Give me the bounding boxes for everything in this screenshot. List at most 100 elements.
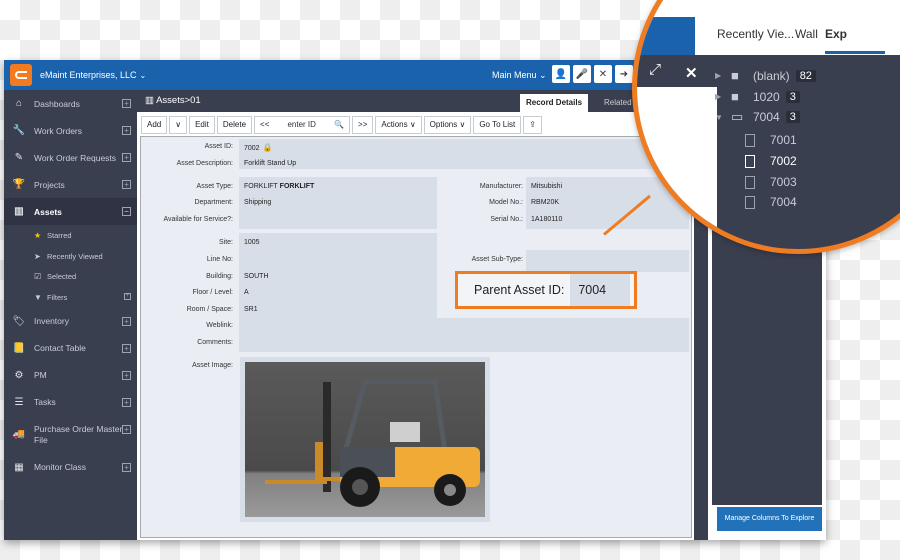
arrow-icon: ➤ [34,251,41,261]
id-search-input[interactable]: << enter ID 🔍 [254,116,351,134]
add-dropdown-button[interactable]: ∨ [169,116,188,134]
explore-tabs: Recently Vie... Wall Exp [717,0,900,55]
sidebar-item-work-order-requests[interactable]: ✎ Work Order Requests + [4,144,137,171]
barcode-icon: ▥ [145,95,157,106]
star-icon: ★ [34,230,42,240]
file-icon [745,154,755,168]
expand-plus-icon[interactable]: + [122,316,131,326]
expand-plus-icon[interactable]: + [122,370,131,380]
content-header: ▥ Assets>01 Record Details Related T [137,90,694,112]
sidebar-item-pm[interactable]: ⚙ PM + [4,362,137,389]
tree-folder-1020[interactable]: ▶ ■ 1020 3 [715,89,800,104]
search-icon[interactable]: 🔍 [334,117,344,133]
site-value: 1005 [244,239,260,246]
sidebar-item-contact-table[interactable]: 📒 Contact Table + [4,335,137,362]
serial-value: 1A180110 [531,216,563,223]
expand-plus-icon[interactable]: + [122,99,131,108]
expand-plus-icon[interactable]: + [122,126,131,135]
share-icon[interactable]: ⇪ [523,116,542,134]
record-form: Asset ID: 7002 🔒 Asset Description: Forkl… [140,136,692,538]
tree-file-7003[interactable]: 7003 [745,175,797,189]
parent-asset-callout: Parent Asset ID: 7004 [455,271,637,309]
wrench-icon: 🔧 [12,125,26,136]
file-icon [745,175,755,189]
emaint-logo[interactable] [10,64,32,86]
expand-icon[interactable]: ⤢ [649,61,661,78]
gears-icon: ⚙ [14,369,24,381]
collapse-triangle-icon[interactable]: ▼ [715,113,731,122]
sidebar-item-projects[interactable]: 🏆 Projects + [4,171,137,198]
toolbar: Add ∨ Edit Delete << enter ID 🔍 >> Actions… [141,116,542,134]
expand-plus-icon[interactable]: + [122,180,131,189]
sidebar-item-inventory[interactable]: 🏷 Inventory + [4,308,137,335]
sidebar-sub-recently-viewed[interactable]: ➤ Recently Viewed [4,246,137,267]
sidebar-item-purchase-order[interactable]: 🚚 Purchase Order Master File + [4,416,137,454]
sidebar-item-tasks[interactable]: ☰ Tasks + [4,389,137,416]
folder-icon: ■ [731,68,739,83]
lock-icon: 🔒 [262,143,273,152]
expand-plus-icon[interactable]: + [122,424,131,434]
sidebar: ⌂ Dashboards + 🔧 Work Orders + ✎ Work Order R… [4,90,137,540]
filter-icon: ▼ [34,292,42,302]
file-icon [745,133,755,147]
file-icon [745,195,755,209]
sidebar-item-assets[interactable]: ▥ Assets − [4,198,137,225]
book-icon: 📒 [12,342,26,354]
collapse-minus-icon[interactable]: − [122,207,131,216]
sidebar-sub-filters[interactable]: ▼ Filters + [4,287,137,308]
tree-file-7002[interactable]: 7002 [745,154,797,168]
tasks-icon: ☰ [14,396,24,408]
expand-plus-icon[interactable]: + [122,153,131,162]
expand-triangle-icon[interactable]: ▶ [715,71,731,80]
user-icon[interactable]: 👤 [552,65,570,83]
sidebar-item-work-orders[interactable]: 🔧 Work Orders + [4,117,137,144]
tree-file-7001[interactable]: 7001 [745,133,797,147]
expand-triangle-icon[interactable]: ▶ [715,92,731,101]
tools-icon[interactable]: ✕ [594,65,612,83]
expand-plus-icon[interactable]: + [122,397,131,407]
options-menu[interactable]: Options ∨ [423,116,472,134]
asset-image[interactable] [240,357,490,522]
forklift-photo [245,362,485,517]
edit-button[interactable]: Edit [189,116,215,134]
tree-file-7004[interactable]: 7004 [745,195,797,209]
go-to-list-button[interactable]: Go To List [473,116,522,134]
sidebar-item-monitor-class[interactable]: ▦ Monitor Class + [4,454,137,481]
tab-recently-viewed[interactable]: Recently Vie... [717,27,794,41]
next-record-button[interactable]: >> [352,116,374,134]
magnifier-callout: ⤢ ✕ Recently Vie... Wall Exp ▶ ■ (blank) 82… [632,0,900,254]
tree-folder-blank[interactable]: ▶ ■ (blank) 82 [715,68,816,83]
main-menu-button[interactable]: Main Menu ⌄ [492,70,547,81]
main-panel: Add ∨ Edit Delete << enter ID 🔍 >> Actions… [137,112,694,540]
tab-record-details[interactable]: Record Details [520,94,589,112]
model-value: RBM20K [531,199,560,206]
add-button[interactable]: Add [141,116,168,134]
tab-explore[interactable]: Exp [825,27,847,41]
sidebar-item-dashboards[interactable]: ⌂ Dashboards + [4,90,137,117]
tag-icon: 🏷 [12,315,26,327]
manage-columns-button[interactable]: Manage Columns To Explore [717,507,822,531]
logout-icon[interactable]: ➜ [615,65,633,83]
top-bar: eMaint Enterprises, LLC ⌄ Main Menu ⌄ 👤 🎤… [4,60,694,90]
sidebar-sub-starred[interactable]: ★ Starred [4,225,137,246]
asset-description-value: Forklift Stand Up [244,160,297,167]
microphone-icon[interactable]: 🎤 [573,65,591,83]
tab-wall[interactable]: Wall [795,27,818,41]
close-icon[interactable]: ✕ [685,64,698,82]
trophy-icon: 🏆 [12,179,26,190]
expand-plus-icon[interactable]: + [122,462,131,472]
breadcrumb: ▥ Assets>01 [145,95,201,106]
pencil-icon: ✎ [14,152,24,163]
expand-plus-icon[interactable]: + [122,343,131,353]
org-selector[interactable]: eMaint Enterprises, LLC ⌄ [40,70,146,80]
prev-record-button[interactable]: << [260,117,269,133]
parent-asset-id-value: 7004 [570,274,631,306]
tree-folder-7004[interactable]: ▼ ▭ 7004 3 [715,109,800,125]
expand-plus-icon[interactable]: + [124,293,131,301]
actions-menu[interactable]: Actions ∨ [375,116,422,134]
delete-button[interactable]: Delete [216,116,253,134]
checkbox-icon: ☑ [34,272,42,282]
sidebar-sub-selected[interactable]: ☑ Selected [4,266,137,287]
room-value: SR1 [244,306,258,313]
asset-id-value: 7002 🔒 [244,143,273,152]
